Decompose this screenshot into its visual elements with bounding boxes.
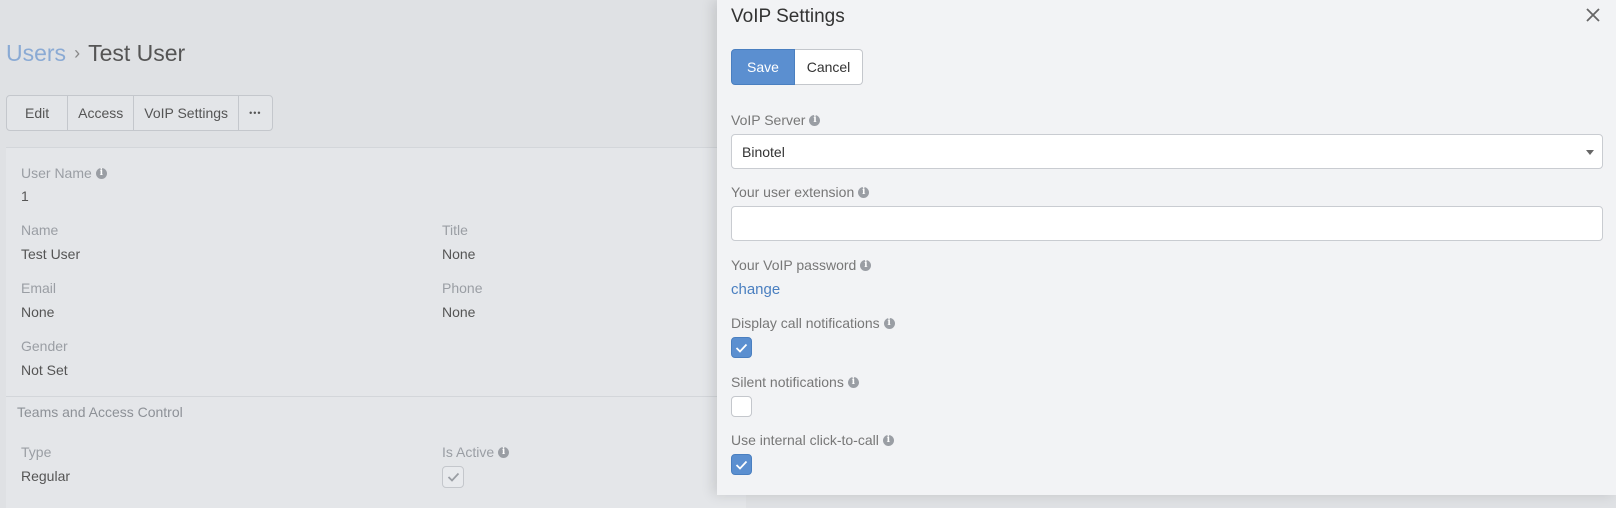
teams-section-title: Teams and Access Control bbox=[17, 404, 183, 420]
cancel-button[interactable]: Cancel bbox=[795, 49, 863, 85]
record-actions: Edit Access VoIP Settings ••• bbox=[6, 95, 273, 131]
gender-value: Not Set bbox=[21, 362, 68, 378]
check-icon bbox=[735, 460, 748, 470]
info-icon[interactable]: i bbox=[882, 434, 894, 446]
type-value: Regular bbox=[21, 468, 71, 484]
title-value: None bbox=[442, 246, 476, 262]
user-name-value: 1 bbox=[21, 188, 29, 204]
breadcrumb-current: Test User bbox=[88, 40, 186, 66]
name-label: Name bbox=[21, 222, 59, 238]
name-value: Test User bbox=[21, 246, 81, 262]
phone-value: None bbox=[442, 304, 476, 320]
check-icon bbox=[735, 343, 748, 353]
gender-label: Gender bbox=[21, 338, 68, 354]
click-to-call-checkbox[interactable] bbox=[731, 454, 752, 475]
voip-settings-panel: VoIP Settings Save Cancel VoIP Server i B… bbox=[717, 0, 1616, 495]
breadcrumb: Users › Test User bbox=[6, 40, 185, 67]
edit-button[interactable]: Edit bbox=[7, 96, 69, 130]
click-to-call-label: Use internal click-to-call i bbox=[731, 432, 894, 448]
panel-title: VoIP Settings bbox=[731, 6, 845, 27]
info-icon[interactable]: i bbox=[498, 446, 510, 458]
voip-server-label: VoIP Server i bbox=[731, 112, 821, 128]
display-notifications-checkbox[interactable] bbox=[731, 337, 752, 358]
info-icon[interactable]: i bbox=[95, 167, 107, 179]
save-button[interactable]: Save bbox=[731, 49, 795, 85]
email-label: Email bbox=[21, 280, 57, 296]
ellipsis-icon: ••• bbox=[249, 108, 262, 118]
info-icon[interactable]: i bbox=[847, 376, 859, 388]
info-icon[interactable]: i bbox=[858, 186, 870, 198]
extension-input[interactable] bbox=[731, 206, 1603, 241]
type-label: Type bbox=[21, 444, 52, 460]
user-name-label: User Name i bbox=[21, 165, 107, 181]
title-label: Title bbox=[442, 222, 468, 238]
info-icon[interactable]: i bbox=[809, 114, 821, 126]
display-notifications-label: Display call notifications i bbox=[731, 315, 895, 331]
info-icon[interactable]: i bbox=[860, 259, 872, 271]
is-active-checkbox bbox=[442, 466, 464, 488]
is-active-label: Is Active i bbox=[442, 444, 510, 460]
email-value: None bbox=[21, 304, 55, 320]
info-icon[interactable]: i bbox=[883, 317, 895, 329]
section-divider bbox=[6, 396, 746, 397]
caret-down-icon bbox=[1586, 150, 1594, 155]
more-actions-button[interactable]: ••• bbox=[239, 96, 271, 130]
access-button[interactable]: Access bbox=[68, 96, 135, 130]
silent-notifications-checkbox[interactable] bbox=[731, 396, 752, 417]
voip-settings-button[interactable]: VoIP Settings bbox=[134, 96, 240, 130]
extension-label: Your user extension i bbox=[731, 184, 870, 200]
change-password-link[interactable]: change bbox=[731, 281, 780, 298]
voip-server-value: Binotel bbox=[742, 143, 785, 160]
password-label: Your VoIP password i bbox=[731, 257, 872, 273]
phone-label: Phone bbox=[442, 280, 483, 296]
user-details-card bbox=[6, 147, 746, 508]
check-icon bbox=[447, 472, 459, 482]
silent-notifications-label: Silent notifications i bbox=[731, 374, 859, 390]
close-icon[interactable] bbox=[1584, 6, 1602, 24]
breadcrumb-separator-icon: › bbox=[74, 43, 81, 63]
breadcrumb-users-link[interactable]: Users bbox=[6, 40, 66, 66]
voip-server-select[interactable]: Binotel bbox=[731, 134, 1603, 169]
